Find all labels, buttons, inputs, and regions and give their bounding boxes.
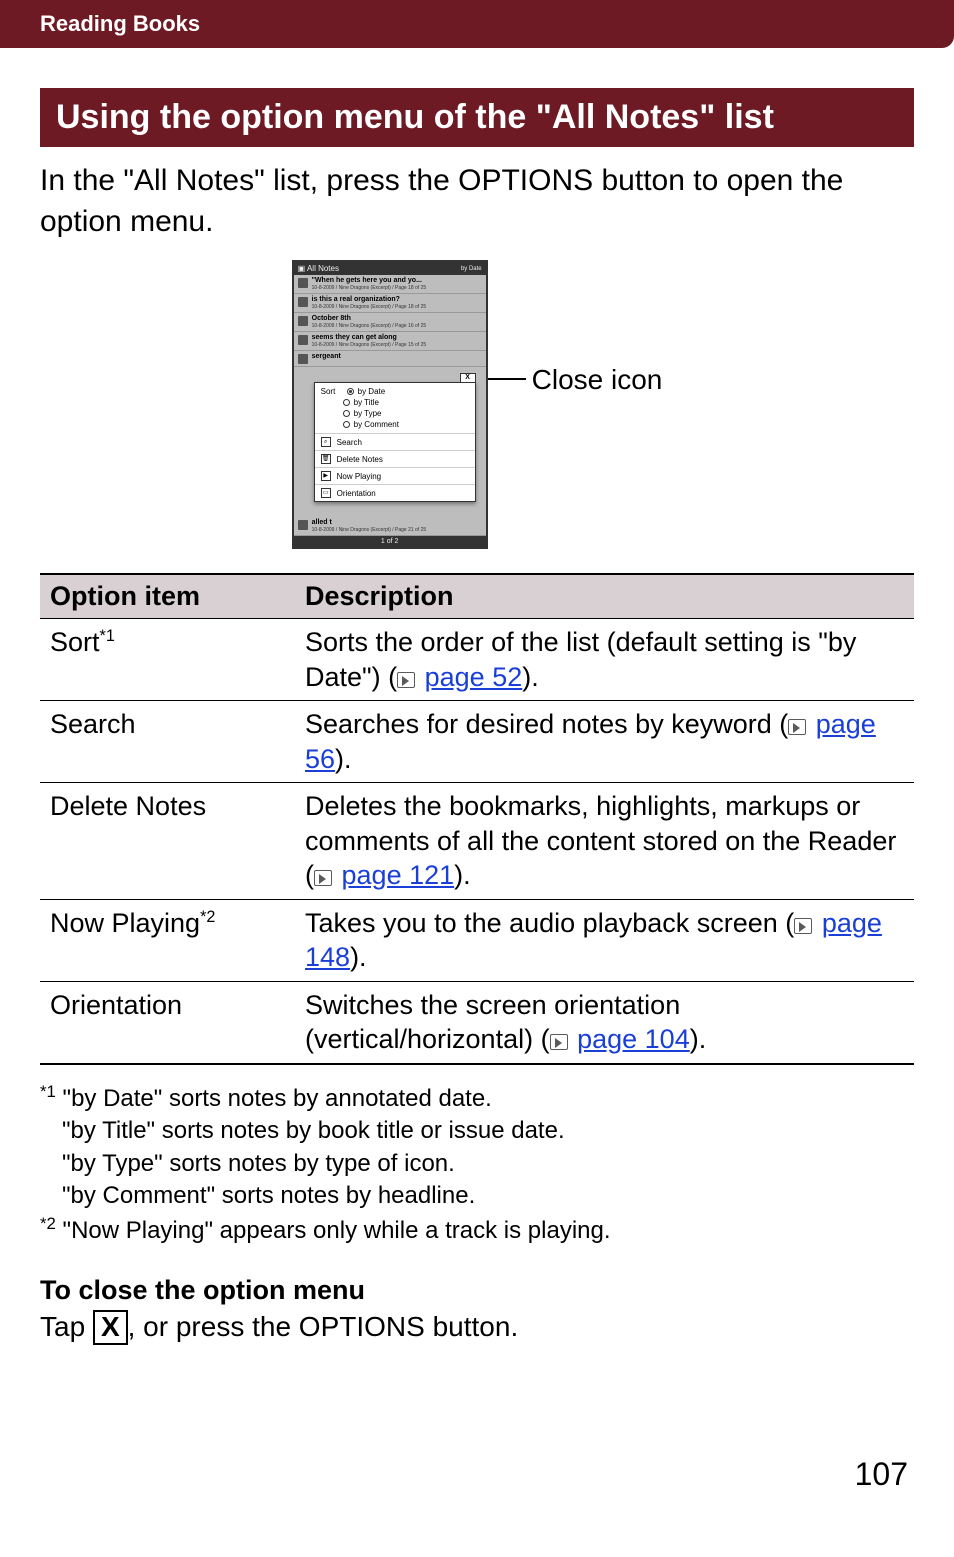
page-link-icon bbox=[550, 1034, 568, 1050]
footnotes: *1 "by Date" sorts notes by annotated da… bbox=[40, 1081, 914, 1247]
x-button-icon: X bbox=[93, 1310, 128, 1345]
close-heading: To close the option menu bbox=[40, 1275, 914, 1306]
radio-icon[interactable] bbox=[343, 410, 350, 417]
search-icon: ⌕ bbox=[321, 437, 331, 447]
th-option-item: Option item bbox=[40, 574, 295, 619]
option-name: Sort bbox=[50, 627, 100, 657]
orientation-icon: ▭ bbox=[321, 488, 331, 498]
intro-text: In the "All Notes" list, press the OPTIO… bbox=[40, 161, 914, 242]
menu-search[interactable]: ⌕Search bbox=[315, 434, 475, 451]
device-screenshot: ▣ All Notes by Date "When he gets here y… bbox=[292, 260, 488, 549]
menu-orientation[interactable]: ▭Orientation bbox=[315, 485, 475, 501]
list-item: is this a real organization?10-8-2009 / … bbox=[294, 294, 486, 313]
close-icon[interactable]: X bbox=[460, 373, 476, 383]
th-description: Description bbox=[295, 574, 914, 619]
section-title: Reading Books bbox=[40, 11, 200, 37]
screenshot-titlebar: ▣ All Notes by Date bbox=[294, 262, 486, 275]
list-item: sergeant bbox=[294, 351, 486, 367]
footnote-mark: *2 bbox=[40, 1214, 56, 1233]
table-row: Delete Notes Deletes the bookmarks, high… bbox=[40, 783, 914, 900]
footnote-ref: *2 bbox=[200, 908, 215, 926]
trash-icon: 🗑 bbox=[321, 454, 331, 464]
table-row: Now Playing*2 Takes you to the audio pla… bbox=[40, 899, 914, 981]
option-name: Orientation bbox=[50, 990, 182, 1020]
page-title: Using the option menu of the "All Notes"… bbox=[40, 88, 914, 147]
page-link[interactable]: page 104 bbox=[577, 1024, 690, 1054]
screenshot-sort-indicator: by Date bbox=[461, 266, 482, 272]
section-header: Reading Books bbox=[0, 0, 954, 48]
menu-delete-notes[interactable]: 🗑Delete Notes bbox=[315, 451, 475, 468]
footnote-ref: *1 bbox=[100, 627, 115, 645]
callout-label: Close icon bbox=[532, 364, 663, 396]
list-item: seems they can get along10-8-2009 / Nine… bbox=[294, 332, 486, 351]
screenshot-footer: 1 of 2 bbox=[294, 536, 486, 547]
options-table: Option item Description Sort*1 Sorts the… bbox=[40, 573, 914, 1065]
callout-line bbox=[488, 378, 526, 380]
page-link[interactable]: page 121 bbox=[342, 860, 455, 890]
menu-sort[interactable]: Sortby Date bbox=[321, 386, 469, 397]
table-row: Sort*1 Sorts the order of the list (defa… bbox=[40, 619, 914, 701]
footnote-mark: *1 bbox=[40, 1082, 56, 1101]
close-text: Tap X, or press the OPTIONS button. bbox=[40, 1310, 914, 1345]
figure: ▣ All Notes by Date "When he gets here y… bbox=[40, 260, 914, 549]
table-row: Search Searches for desired notes by key… bbox=[40, 701, 914, 783]
option-name: Now Playing bbox=[50, 908, 200, 938]
list-item: October 8th10-8-2009 / Nine Dragons (Exc… bbox=[294, 313, 486, 332]
option-name: Search bbox=[50, 709, 136, 739]
radio-icon[interactable] bbox=[343, 421, 350, 428]
option-name: Delete Notes bbox=[50, 791, 206, 821]
radio-icon[interactable] bbox=[347, 388, 354, 395]
list-item: alled t10-8-2009 / Nine Dragons (Excerpt… bbox=[294, 517, 486, 536]
radio-icon[interactable] bbox=[343, 399, 350, 406]
page-link-icon bbox=[314, 870, 332, 886]
sort-option[interactable]: by Comment bbox=[321, 419, 469, 430]
page-link-icon bbox=[794, 918, 812, 934]
menu-now-playing[interactable]: ▶Now Playing bbox=[315, 468, 475, 485]
page-link-icon bbox=[788, 719, 806, 735]
option-menu-popup: X Sortby Date by Title by Type by Commen… bbox=[314, 382, 476, 502]
page-link[interactable]: page 52 bbox=[425, 662, 523, 692]
sort-option[interactable]: by Type bbox=[321, 408, 469, 419]
page-link-icon bbox=[397, 672, 415, 688]
table-row: Orientation Switches the screen orientat… bbox=[40, 981, 914, 1064]
play-icon: ▶ bbox=[321, 471, 331, 481]
screenshot-title: All Notes bbox=[307, 264, 339, 273]
sort-option[interactable]: by Title bbox=[321, 397, 469, 408]
list-item: "When he gets here you and yo...10-8-200… bbox=[294, 275, 486, 294]
page-number: 107 bbox=[855, 1456, 908, 1493]
